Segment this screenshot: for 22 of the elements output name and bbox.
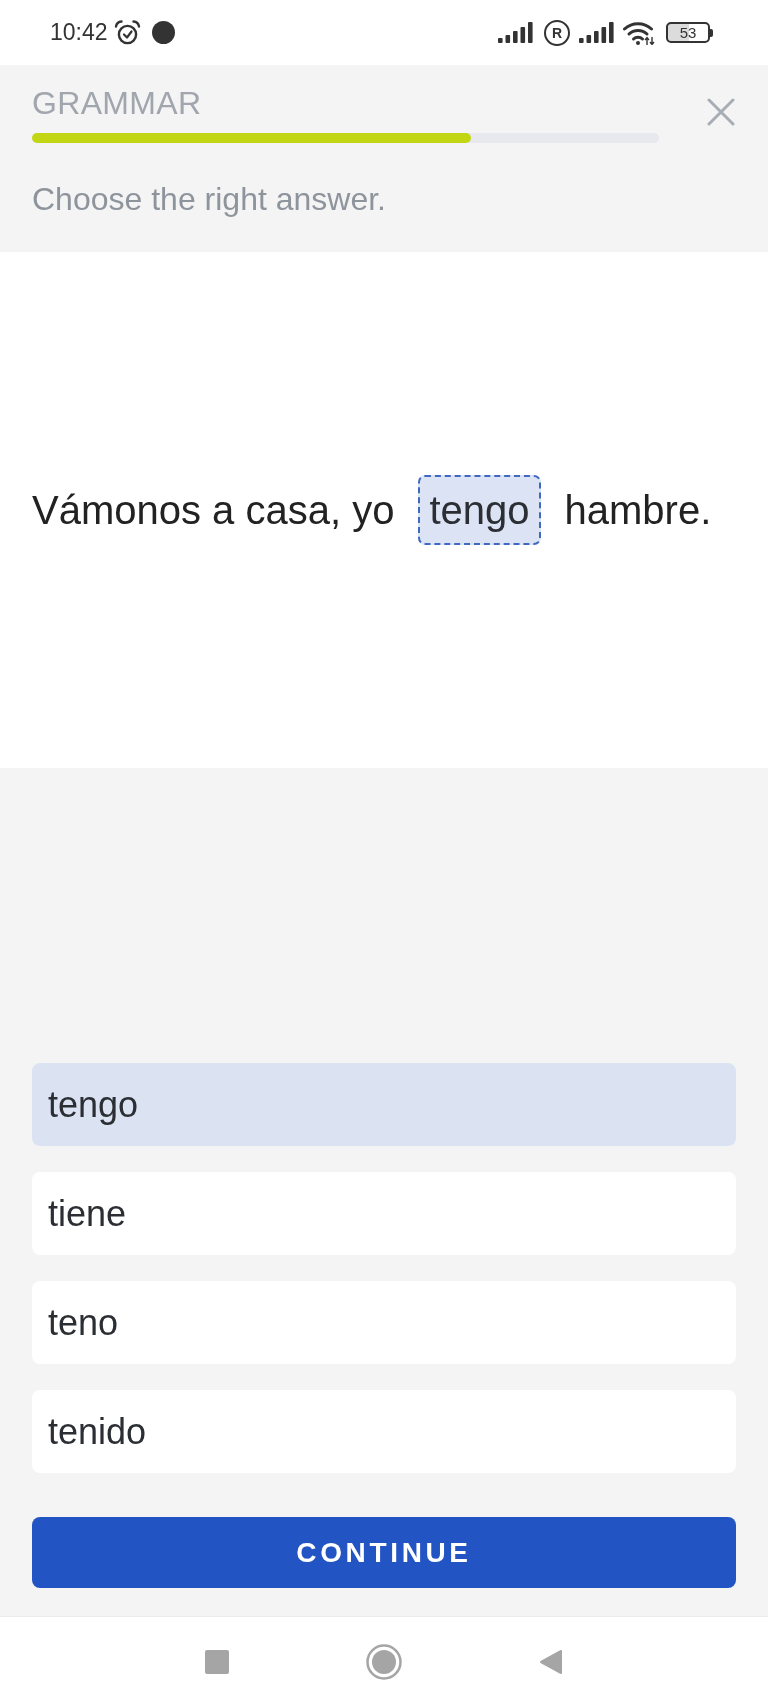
dot-icon <box>151 21 175 44</box>
answer-option[interactable]: tengo <box>32 1063 736 1146</box>
triangle-icon[interactable] <box>539 1649 563 1675</box>
close-button[interactable] <box>707 98 735 126</box>
wifi-icon <box>623 20 655 45</box>
sentence-text: hambre. <box>564 487 712 534</box>
continue-button[interactable]: CONTINUE <box>32 1517 736 1588</box>
answer-option[interactable]: tenido <box>32 1390 736 1473</box>
answer-option[interactable]: teno <box>32 1281 736 1364</box>
answer-box[interactable]: tengo <box>418 475 541 545</box>
sentence-text: Vámonos a casa, yo <box>32 487 395 534</box>
alarm-clock-icon <box>113 20 141 45</box>
answer-option[interactable]: tiene <box>32 1172 736 1255</box>
signal-icon <box>498 22 533 43</box>
clock-time: 10:42 <box>50 21 108 44</box>
section-title: GRAMMAR <box>32 84 203 122</box>
roaming-indicator: R <box>544 19 570 46</box>
instruction-text: Choose the right answer. <box>32 180 387 218</box>
signal-icon <box>579 22 614 43</box>
circle-icon[interactable] <box>366 1644 402 1680</box>
battery-indicator: 53 <box>666 22 713 43</box>
close-icon <box>707 98 735 126</box>
